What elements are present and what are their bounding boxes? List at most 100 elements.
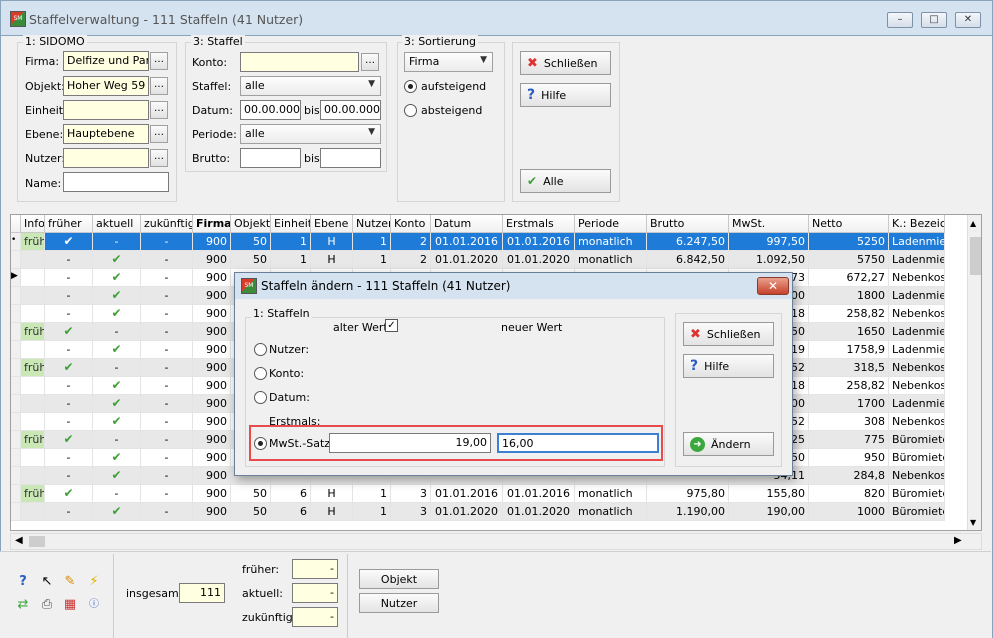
hscrollbar-thumb[interactable] [29,536,45,547]
print-icon[interactable]: ⎙ [37,595,57,615]
konto-browse-button[interactable]: … [361,53,379,71]
dialog-close-x-button[interactable]: ✕ [757,277,789,295]
help-icon[interactable]: ? [13,572,33,592]
row-selector[interactable] [11,359,21,377]
scroll-left-icon[interactable]: ◀ [15,535,23,546]
edit-pencil-icon[interactable]: ✎ [60,572,80,592]
mwst-old-field[interactable]: 19,00 [329,433,491,453]
column-header[interactable]: Konto [391,215,431,233]
row-selector[interactable] [11,431,21,449]
einheit-browse-button[interactable]: … [150,101,168,119]
column-header[interactable]: Objekt [231,215,271,233]
pointer-icon[interactable]: ↖ [37,572,57,592]
maximize-button[interactable]: □ [921,12,947,28]
dialog-help-button[interactable]: ? Hilfe [683,354,774,378]
column-header[interactable]: Datum [431,215,503,233]
refresh-icon[interactable]: ⇄ [13,595,33,615]
table-row[interactable]: - ✔ -900 50 6 H 1 3 01.01.2020 01.01.2020 monatlic… [11,503,967,521]
table-cell: - [93,431,141,449]
column-header[interactable]: Nutzer [353,215,391,233]
column-header[interactable]: K.: Bezeichn [889,215,945,233]
staffel-select[interactable]: alle ▼ [240,76,381,96]
info-icon[interactable]: ⓘ [84,595,104,615]
datum-to-field[interactable]: 00.00.0000 [320,100,381,120]
objekt-field[interactable]: Hoher Weg 59 - [63,76,149,96]
datum-radio[interactable] [254,391,267,404]
table-cell: Ladenmiete [889,233,945,251]
brutto-to-field[interactable] [320,148,381,168]
lightning-icon[interactable]: ⚡ [84,572,104,592]
column-header[interactable]: Netto [809,215,889,233]
objekt-browse-button[interactable]: … [150,77,168,95]
nutzer-browse-button[interactable]: … [150,149,168,167]
sort-desc-radio[interactable] [404,104,417,117]
einheit-field[interactable] [63,100,149,120]
minimize-button[interactable]: – [887,12,913,28]
column-header[interactable]: Ebene [311,215,353,233]
row-selector[interactable] [11,395,21,413]
name-field[interactable] [63,172,169,192]
row-selector[interactable] [11,251,21,269]
row-selector[interactable] [11,377,21,395]
nutzer-field[interactable] [63,148,149,168]
row-selector[interactable]: ▶ [11,269,21,287]
table-row[interactable]: früher✔--900506H1301.01.201601.01.2016mo… [11,485,967,503]
column-header[interactable]: Periode [575,215,647,233]
grid-icon[interactable]: ▦ [60,595,80,615]
column-header[interactable]: früher [45,215,93,233]
mwst-radio[interactable] [254,437,267,450]
objekt-button[interactable]: Objekt [359,569,439,589]
column-header[interactable]: aktuell [93,215,141,233]
scroll-up-icon[interactable]: ▲ [970,219,976,228]
dialog-close-button[interactable]: ✖ Schließen [683,322,774,346]
row-selector[interactable] [11,485,21,503]
row-selector[interactable] [11,341,21,359]
sort-asc-radio[interactable] [404,80,417,93]
firma-browse-button[interactable]: … [150,52,168,70]
row-selector[interactable] [11,449,21,467]
konto-field[interactable] [240,52,359,72]
nutzer-radio[interactable] [254,343,267,356]
scroll-right-icon[interactable]: ▶ [954,535,962,546]
row-selector[interactable] [11,413,21,431]
column-header[interactable]: MwSt. [729,215,809,233]
column-header[interactable]: Firma [193,215,231,233]
scrollbar-thumb[interactable] [970,237,981,275]
close-button[interactable]: ✖ Schließen [520,51,611,75]
table-cell: früher [21,233,45,251]
row-selector[interactable]: • [11,233,21,251]
konto-radio[interactable] [254,367,267,380]
old-value-checkbox[interactable]: ✓ [385,319,398,332]
table-cell: früher [21,485,45,503]
table-cell: - [45,341,93,359]
horizontal-scrollbar[interactable]: ◀ ▶ [10,533,982,550]
sortierung-select[interactable]: Firma ▼ [404,52,493,72]
column-header[interactable]: zukünftig [141,215,193,233]
scroll-down-icon[interactable]: ▼ [970,518,976,527]
row-selector[interactable] [11,305,21,323]
datum-from-field[interactable]: 00.00.0000 [240,100,301,120]
column-header[interactable]: Brutto [647,215,729,233]
nutzer-button[interactable]: Nutzer [359,593,439,613]
help-button[interactable]: ? Hilfe [520,83,611,107]
firma-field[interactable]: Delfize und Partr [63,51,149,71]
brutto-from-field[interactable] [240,148,301,168]
column-header[interactable]: Einheit [271,215,311,233]
ebene-browse-button[interactable]: … [150,125,168,143]
column-header[interactable]: Info [21,215,45,233]
periode-select[interactable]: alle ▼ [240,124,381,144]
periode-select-value: alle [245,127,265,140]
mwst-new-field[interactable]: 16,00 [497,433,659,453]
change-button[interactable]: ➜ Ändern [683,432,774,456]
vertical-scrollbar[interactable]: ▲ ▼ [967,215,981,530]
column-header[interactable]: Erstmals [503,215,575,233]
row-selector[interactable] [11,467,21,485]
close-window-button[interactable]: ✕ [955,12,981,28]
all-button[interactable]: ✔ Alle [520,169,611,193]
table-row[interactable]: •früher✔--900501H1201.01.201601.01.2016m… [11,233,967,251]
row-selector[interactable] [11,503,21,521]
row-selector[interactable] [11,287,21,305]
table-row[interactable]: - ✔ -900 50 1 H 1 2 01.01.2020 01.01.2020 monatlic… [11,251,967,269]
row-selector[interactable] [11,323,21,341]
ebene-field[interactable]: Hauptebene [63,124,149,144]
